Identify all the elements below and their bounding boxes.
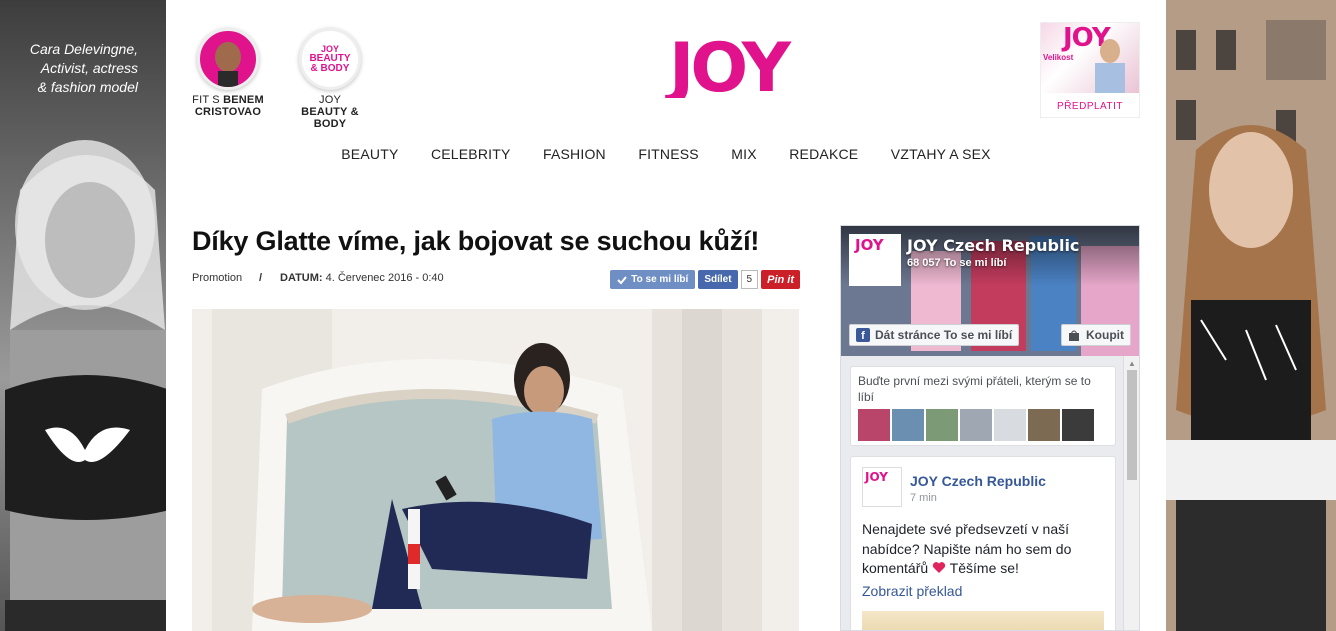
article-category[interactable]: Promotion: [192, 272, 242, 284]
nav-item-mix[interactable]: MIX: [731, 146, 757, 162]
article-meta: Promotion / DATUM: 4. Červenec 2016 - 0:…: [192, 270, 800, 292]
post-author-picture[interactable]: JOY: [862, 467, 902, 507]
ad-tagline-line: Activist, actress: [40, 60, 138, 76]
nav-item-redakce[interactable]: REDAKCE: [789, 146, 858, 162]
nav-item-celebrity[interactable]: CELEBRITY: [431, 146, 511, 162]
joy-logo[interactable]: JOY: [622, 36, 834, 98]
ad-tagline: Cara Delevingne, Activist, actress & fas…: [8, 40, 158, 97]
meta-separator: /: [259, 272, 263, 284]
avatar[interactable]: [960, 409, 992, 441]
avatar[interactable]: [858, 409, 890, 441]
page-likes-count: 68 057 To se mi líbí: [907, 257, 1007, 269]
like-label: To se mi líbí: [631, 274, 689, 285]
friends-text: Buďte první mezi svými přáteli, kterým s…: [858, 374, 1091, 404]
friend-avatars: [858, 409, 1108, 441]
widget-scrollbar[interactable]: ▲: [1123, 356, 1139, 630]
nav-item-vztahy[interactable]: VZTAHY A SEX: [891, 146, 991, 162]
subscribe-button[interactable]: PŘEDPLATIT: [1041, 93, 1139, 112]
page-profile-picture[interactable]: JOY: [849, 234, 901, 286]
feature-caption: JOY BEAUTY & BODY: [301, 94, 359, 130]
right-ad-skin[interactable]: [1166, 0, 1336, 631]
post-author-link[interactable]: JOY Czech Republic: [910, 473, 1046, 489]
facebook-like-button[interactable]: To se mi líbí: [610, 270, 696, 289]
facebook-cover[interactable]: JOY JOY Czech Republic 68 057 To se mi l…: [841, 226, 1139, 356]
feature-link-fit-benem[interactable]: FIT S BENEM CRISTOVAO: [188, 28, 268, 118]
logo-text: JOY: [665, 36, 792, 98]
avatar[interactable]: [1028, 409, 1060, 441]
facebook-post: JOY JOY Czech Republic 7 min Nenajdete s…: [850, 456, 1116, 630]
post-text: Nenajdete své předsevzetí v naší nabídce…: [862, 521, 1072, 576]
feature-caption: FIT S BENEM CRISTOVAO: [192, 94, 264, 118]
magazine-cover: JOY Velikost: [1041, 23, 1139, 93]
article: Díky Glatte víme, jak bojovat se suchou …: [192, 224, 800, 289]
share-count: 5: [740, 270, 759, 289]
left-ad-skin[interactable]: Cara Delevingne, Activist, actress & fas…: [0, 0, 166, 631]
woman-in-armchair-image: [192, 309, 799, 631]
person-icon: [215, 42, 241, 87]
thumb-logo: JOY: [855, 236, 884, 254]
facebook-page-widget: JOY JOY Czech Republic 68 057 To se mi l…: [840, 225, 1140, 631]
like-page-button[interactable]: f Dát stránce To se mi líbí: [849, 324, 1020, 346]
share-buttons: To se mi líbí Sdílet 5 Pin it: [610, 270, 800, 290]
checkmark-icon: [617, 275, 628, 284]
article-hero-image: [192, 309, 799, 631]
main-nav: BEAUTY CELEBRITY FASHION FITNESS MIX RED…: [166, 146, 1166, 164]
magazine-subscribe[interactable]: JOY Velikost PŘEDPLATIT: [1040, 22, 1140, 118]
ad-tagline-line: Cara Delevingne,: [29, 41, 138, 57]
like-page-label: Dát stránce To se mi líbí: [875, 328, 1013, 342]
avatar[interactable]: [994, 409, 1026, 441]
shopping-bag-icon: [1069, 330, 1079, 341]
ad-model-image: [5, 140, 166, 631]
badge-text: & BODY: [310, 63, 350, 74]
avatar[interactable]: [892, 409, 924, 441]
beauty-body-badge: JOY BEAUTY & BODY: [299, 28, 361, 90]
buy-label: Koupit: [1086, 328, 1124, 342]
buy-button[interactable]: Koupit: [1061, 324, 1131, 346]
see-translation-link[interactable]: Zobrazit překlad: [862, 583, 962, 599]
facebook-icon: f: [856, 328, 870, 342]
page: Cara Delevingne, Activist, actress & fas…: [0, 0, 1336, 631]
post-timestamp[interactable]: 7 min: [910, 492, 937, 504]
cover-text: Velikost: [1043, 53, 1074, 62]
article-date: DATUM: 4. Červenec 2016 - 0:40: [280, 272, 444, 284]
avatar[interactable]: [1062, 409, 1094, 441]
scrollbar-thumb[interactable]: [1127, 370, 1137, 480]
nav-item-beauty[interactable]: BEAUTY: [341, 146, 398, 162]
avatar: [197, 28, 259, 90]
thumb-logo: JOY: [865, 470, 888, 484]
cover-model-image: [1095, 39, 1125, 93]
article-title: Díky Glatte víme, jak bojovat se suchou …: [192, 226, 760, 256]
site-header: FIT S BENEM CRISTOVAO JOY BEAUTY & BODY …: [166, 0, 1166, 200]
nav-item-fitness[interactable]: FITNESS: [638, 146, 699, 162]
heart-icon: [932, 562, 946, 573]
pinterest-button[interactable]: Pin it: [761, 270, 800, 289]
avatar[interactable]: [926, 409, 958, 441]
friends-box: Buďte první mezi svými přáteli, kterým s…: [850, 366, 1116, 446]
scroll-up-icon[interactable]: ▲: [1128, 359, 1136, 368]
post-image[interactable]: [862, 611, 1104, 630]
feature-link-beauty-body[interactable]: JOY BEAUTY & BODY JOY BEAUTY & BODY: [290, 28, 370, 130]
facebook-share-button[interactable]: Sdílet: [698, 270, 738, 289]
ad-tagline-line: & fashion model: [37, 79, 138, 95]
ad-model-image-right: [1166, 125, 1336, 631]
page-name-link[interactable]: JOY Czech Republic: [907, 236, 1079, 255]
nav-item-fashion[interactable]: FASHION: [543, 146, 606, 162]
